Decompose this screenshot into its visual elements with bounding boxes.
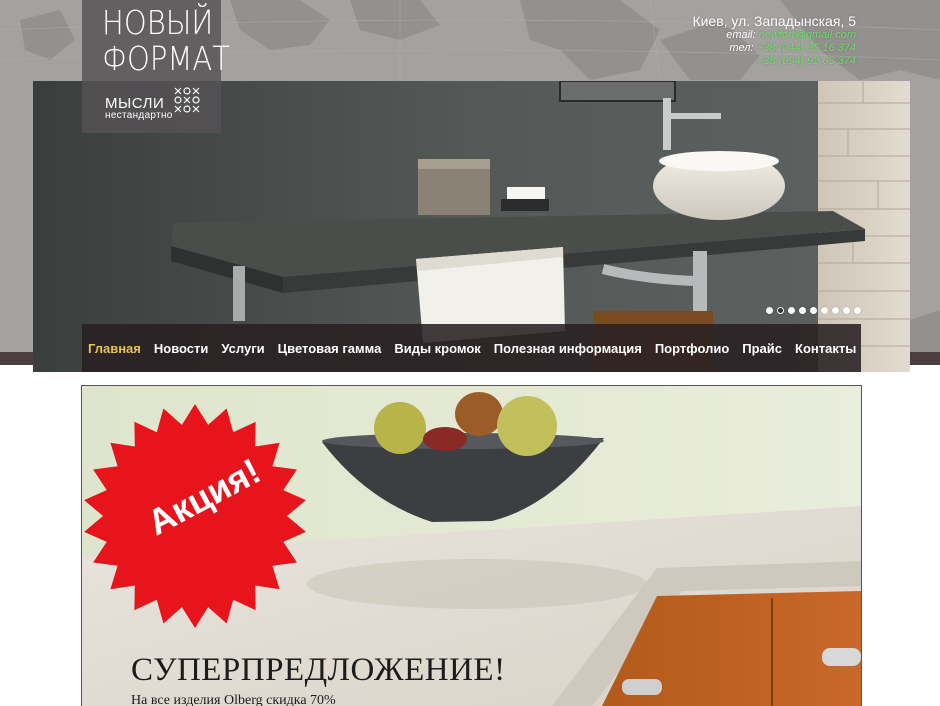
nav-item-1[interactable]: Новости [154,341,209,356]
address: Киев, ул. Западынская, 5 [692,13,856,29]
slider-dot[interactable] [799,307,806,314]
logo-tagline-2: нестандартно [105,110,173,121]
logo-line-1: НОВЫЙ [102,3,214,42]
logo-line-2: ФОРМАТ [102,39,231,78]
email-link[interactable]: newfort@gmail.com [759,29,856,41]
phone-row-1: тел: +38 (044) 35 16 374 [692,42,856,55]
nav-item-7[interactable]: Прайс [742,341,782,356]
phone-1[interactable]: +38 (044) 35 16 374 [757,42,856,54]
promo-subline: На все изделия Olberg скидка 70% [131,693,336,706]
promo-banner[interactable]: Акция! СУПЕРПРЕДЛОЖЕНИЕ! На все изделия … [81,385,862,706]
phone-2[interactable]: +38 (094) 92 63 374 [757,55,856,67]
email-row: email: newfort@gmail.com [692,29,856,42]
nav-item-2[interactable]: Услуги [221,341,264,356]
slider-dot[interactable] [810,307,817,314]
slider-dot[interactable] [843,307,850,314]
nav-item-8[interactable]: Контакты [795,341,856,356]
email-label: email: [726,29,756,41]
nav-item-5[interactable]: Полезная информация [494,341,642,356]
slider-dot[interactable] [832,307,839,314]
phone-row-2: +38 (094) 92 63 374 [692,55,856,68]
nav-item-6[interactable]: Портфолио [655,341,729,356]
phone-label: тел: [729,42,754,54]
promo-headline: СУПЕРПРЕДЛОЖЕНИЕ! [131,652,506,688]
slider-dot[interactable] [821,307,828,314]
nav-item-3[interactable]: Цветовая гамма [278,341,382,356]
slider-dot[interactable] [777,307,784,314]
nav-item-0[interactable]: Главная [88,341,141,356]
tic-tac-toe-icon [174,87,200,113]
nav-item-4[interactable]: Виды кромок [394,341,480,356]
main-navigation: Главная Новости Услуги Цветовая гамма Виды к… [82,324,861,372]
slider-dot[interactable] [854,307,861,314]
slider-pagination [766,307,861,314]
slider-dot[interactable] [766,307,773,314]
site-logo[interactable]: НОВЫЙ ФОРМАТ МЫСЛИ нестандартно [82,0,230,133]
slider-dot[interactable] [788,307,795,314]
contact-info: Киев, ул. Западынская, 5 email: newfort@… [692,13,856,68]
